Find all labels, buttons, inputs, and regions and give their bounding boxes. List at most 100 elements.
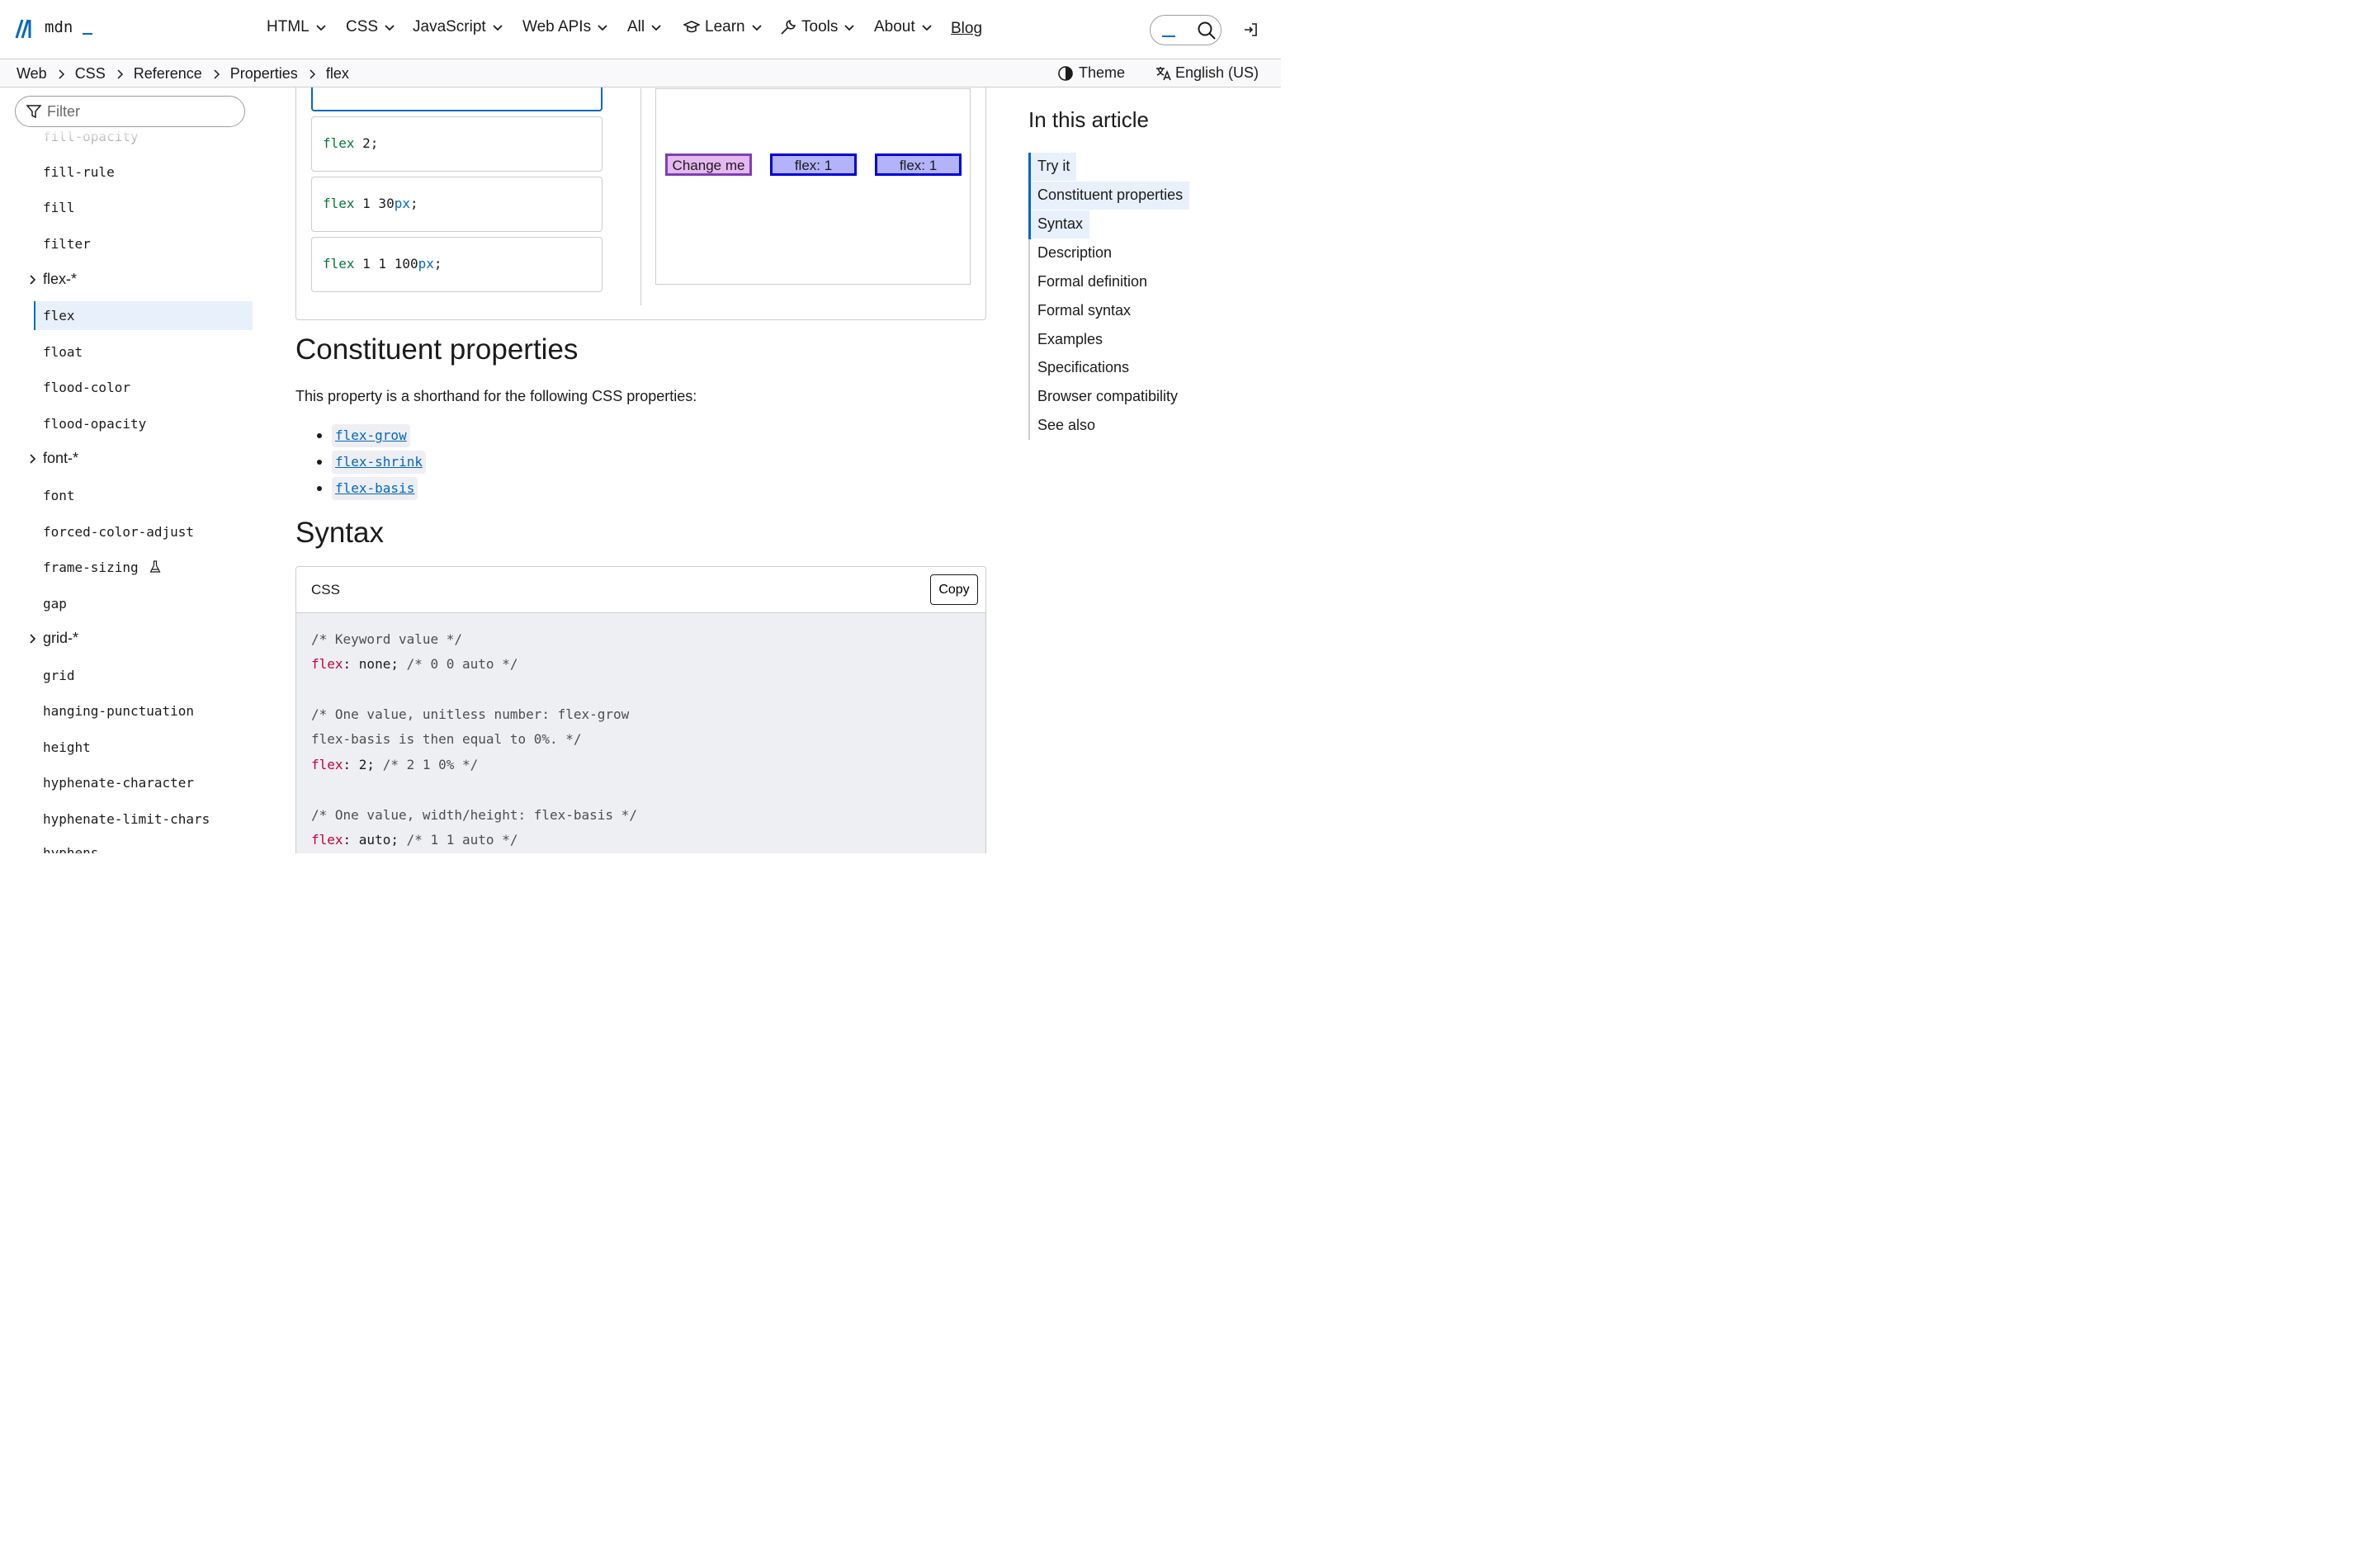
sidebar-item-flood-color[interactable]: flood-color xyxy=(43,380,130,395)
breadcrumb-css[interactable]: CSS xyxy=(75,65,106,83)
sidebar-item-font[interactable]: font xyxy=(43,488,75,503)
toc-item-examples[interactable]: Examples xyxy=(1031,326,1109,354)
nav-all[interactable]: All xyxy=(627,18,661,36)
nav-label: All xyxy=(627,18,645,35)
sidebar-item-grid[interactable]: grid xyxy=(43,668,75,683)
code-line: flex: auto; /* 1 1 auto */ xyxy=(311,832,517,848)
filter-input[interactable]: Filter xyxy=(15,96,245,127)
nav-label: Learn xyxy=(705,18,745,35)
example-choice[interactable]: flex 1 1 100px; xyxy=(311,237,603,292)
sidebar-item-forced-color-adjust[interactable]: forced-color-adjust xyxy=(43,524,194,540)
chevron-down-icon xyxy=(385,25,395,31)
search-cursor xyxy=(1162,35,1175,37)
list-bullet xyxy=(317,460,322,465)
link-flex-basis[interactable]: flex-basis xyxy=(332,477,418,500)
main-content: flex 2; flex 1 30px; flex 1 1 100px; Cha… xyxy=(281,87,1007,853)
search-button[interactable] xyxy=(1150,15,1222,45)
sidebar-item-fill[interactable]: fill xyxy=(43,200,75,215)
nav-css[interactable]: CSS xyxy=(346,18,395,36)
code-end: ; xyxy=(433,256,442,272)
sidebar-item-hyphens[interactable]: hyphens xyxy=(43,845,98,853)
wrench-icon xyxy=(781,19,796,35)
top-navigation: mdn HTML CSS JavaScript Web APIs All Lea… xyxy=(0,0,1281,59)
sidebar-item-font-group[interactable]: font-* xyxy=(43,450,78,467)
breadcrumb-reference[interactable]: Reference xyxy=(134,65,202,83)
syntax-code-block: CSS Copy /* Keyword value */ flex: none;… xyxy=(295,566,986,853)
breadcrumb: Web CSS Reference Properties flex xyxy=(17,65,349,83)
sidebar-item-hyphenate-character[interactable]: hyphenate-character xyxy=(43,775,194,791)
chevron-down-icon xyxy=(316,25,326,31)
chevron-right-icon[interactable] xyxy=(29,453,37,465)
nav-learn[interactable]: Learn xyxy=(683,18,762,36)
sidebar-item-height[interactable]: height xyxy=(43,739,91,755)
code-property: flex xyxy=(323,135,355,151)
sidebar-item-hyphenate-limit-chars[interactable]: hyphenate-limit-chars xyxy=(43,811,210,827)
toc-title: In this article xyxy=(1028,107,1149,132)
sidebar-item-frame-sizing[interactable]: frame-sizing xyxy=(43,560,161,575)
theme-button[interactable]: Theme xyxy=(1057,64,1125,82)
toc-item-constituent-properties[interactable]: Constituent properties xyxy=(1031,182,1190,210)
sidebar-item-label: frame-sizing xyxy=(43,560,139,575)
language-label: English (US) xyxy=(1175,64,1259,81)
sidebar-item-fill-rule[interactable]: fill-rule xyxy=(43,164,115,180)
login-icon[interactable] xyxy=(1243,22,1258,37)
code-keyword: flex xyxy=(311,656,343,672)
code-value: 1 30 xyxy=(354,196,395,211)
sidebar-item-grid-group[interactable]: grid-* xyxy=(43,630,78,647)
toc-item-formal-syntax[interactable]: Formal syntax xyxy=(1031,297,1137,325)
sidebar-item-float[interactable]: float xyxy=(43,344,83,360)
theme-icon xyxy=(1058,65,1073,81)
breadcrumb-properties[interactable]: Properties xyxy=(230,65,298,83)
chevron-down-icon xyxy=(493,25,503,31)
theme-label: Theme xyxy=(1079,64,1126,81)
chevron-right-icon[interactable] xyxy=(29,274,37,286)
copy-button[interactable]: Copy xyxy=(930,574,978,605)
panel-divider xyxy=(640,88,641,305)
nav-label: Tools xyxy=(801,18,839,35)
language-button[interactable]: English (US) xyxy=(1155,64,1259,82)
demo-change-me: Change me xyxy=(665,153,752,176)
nav-label: JavaScript xyxy=(413,18,486,35)
nav-javascript[interactable]: JavaScript xyxy=(413,18,503,36)
demo-flex-box: flex: 1 xyxy=(875,153,962,176)
chevron-right-icon[interactable] xyxy=(29,633,37,645)
filter-icon xyxy=(26,105,42,119)
mdn-logo[interactable]: mdn xyxy=(15,17,93,41)
toc-item-try-it[interactable]: Try it xyxy=(1031,153,1077,181)
sidebar-item-flex-group[interactable]: flex-* xyxy=(43,271,77,288)
toc-item-formal-definition[interactable]: Formal definition xyxy=(1031,268,1154,296)
example-choice[interactable]: flex 2; xyxy=(311,116,603,172)
breadcrumb-flex[interactable]: flex xyxy=(326,65,349,83)
code-comment: /* 1 1 auto */ xyxy=(406,832,518,848)
nav-blog-link[interactable]: Blog xyxy=(951,20,982,38)
toc-item-specifications[interactable]: Specifications xyxy=(1031,354,1136,382)
toc-item-browser-compatibility[interactable]: Browser compatibility xyxy=(1031,383,1184,411)
example-choice-selected[interactable] xyxy=(311,87,603,111)
toc-item-syntax[interactable]: Syntax xyxy=(1031,210,1090,239)
link-flex-shrink[interactable]: flex-shrink xyxy=(332,451,426,474)
code-property: flex xyxy=(323,256,355,272)
nav-about[interactable]: About xyxy=(874,18,932,36)
chevron-down-icon xyxy=(922,25,932,31)
link-flex-grow[interactable]: flex-grow xyxy=(332,424,410,447)
sidebar-fade xyxy=(0,127,264,145)
chevron-down-icon xyxy=(651,25,661,31)
example-choice[interactable]: flex 1 30px; xyxy=(311,177,603,232)
toc-item-see-also[interactable]: See also xyxy=(1031,412,1102,440)
list-bullet xyxy=(317,433,322,438)
example-output: Change me flex: 1 flex: 1 xyxy=(655,88,971,285)
sidebar-item-gap[interactable]: gap xyxy=(43,596,67,612)
nav-tools[interactable]: Tools xyxy=(780,18,854,36)
sidebar-item-hanging-punctuation[interactable]: hanging-punctuation xyxy=(43,703,194,719)
sidebar-item-flood-opacity[interactable]: flood-opacity xyxy=(43,416,146,432)
nav-web-apis[interactable]: Web APIs xyxy=(522,18,607,36)
try-it-panel: flex 2; flex 1 30px; flex 1 1 100px; Cha… xyxy=(295,87,986,320)
breadcrumb-web[interactable]: Web xyxy=(17,65,47,83)
code-line: flex: none; /* 0 0 auto */ xyxy=(311,656,517,672)
toc-item-description[interactable]: Description xyxy=(1031,239,1118,267)
nav-html[interactable]: HTML xyxy=(267,18,326,36)
sidebar-item-filter[interactable]: filter xyxy=(43,236,91,252)
sidebar-item-flex[interactable]: flex xyxy=(43,308,75,324)
code-keyword: flex xyxy=(311,832,343,848)
heading-syntax: Syntax xyxy=(295,517,384,549)
